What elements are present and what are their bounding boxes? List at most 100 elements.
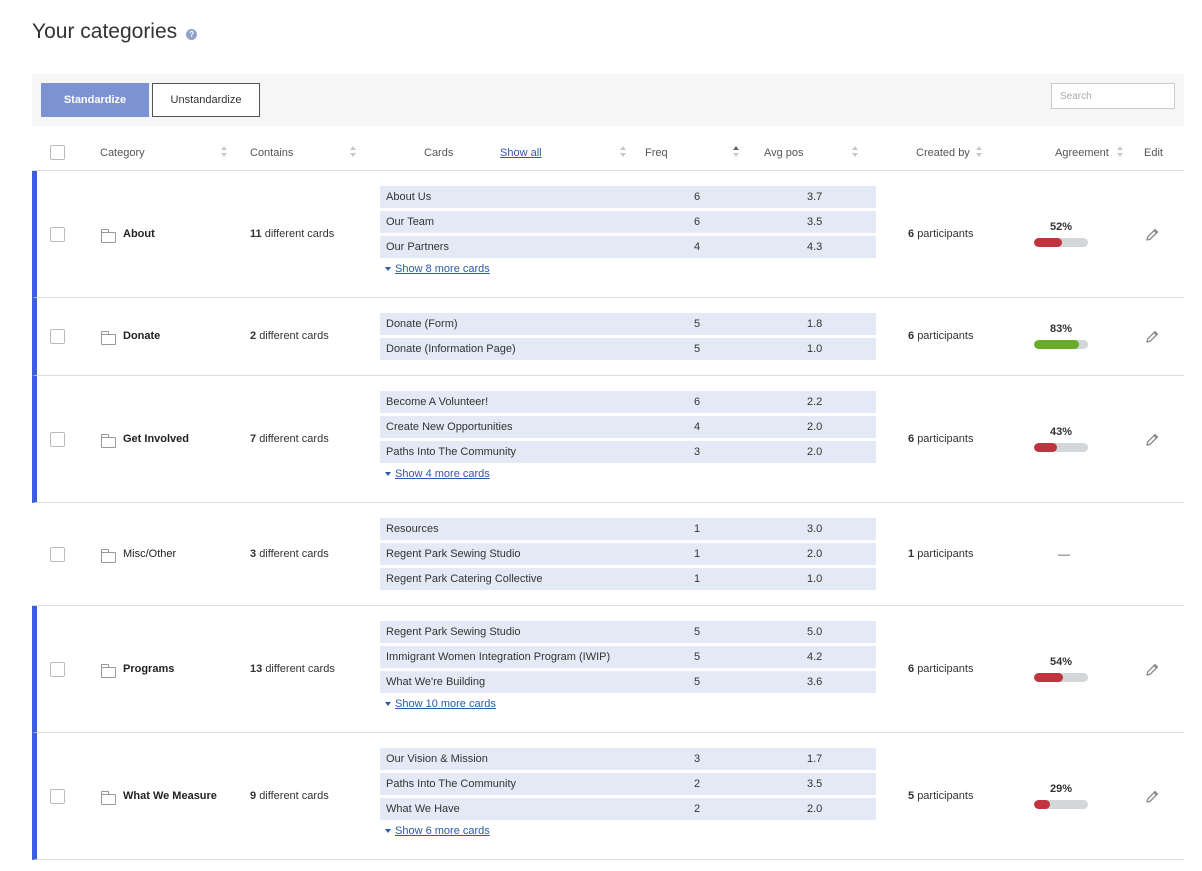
participants-suffix: participants (917, 330, 974, 342)
show-all-link[interactable]: Show all (500, 147, 542, 159)
category-name[interactable]: Programs (123, 663, 174, 675)
row-checkbox[interactable] (50, 329, 65, 344)
card-freq: 6 (694, 191, 701, 203)
row-checkbox[interactable] (50, 789, 65, 804)
contains-count: 7 different cards (250, 433, 329, 445)
card-name: What We're Building (386, 676, 486, 688)
category-row: Programs 13 different cards Regent Park Se… (32, 606, 1184, 733)
card-line: Become A Volunteer! 6 2.2 (380, 391, 876, 413)
agreement-bar (1034, 673, 1088, 682)
card-avg-pos: 3.0 (807, 523, 823, 535)
header-freq[interactable]: Freq (645, 147, 668, 159)
standardize-button[interactable]: Standardize (41, 83, 149, 117)
pencil-icon[interactable] (1144, 432, 1160, 448)
card-line: Regent Park Sewing Studio 5 5.0 (380, 621, 876, 643)
sort-category-icon[interactable] (221, 146, 227, 160)
sort-contains-icon[interactable] (350, 146, 356, 160)
card-line: Donate (Information Page) 5 1.0 (380, 338, 876, 360)
card-line: Regent Park Catering Collective 1 1.0 (380, 568, 876, 590)
card-avg-pos: 4.2 (807, 651, 823, 663)
page-title-text: Your categories (32, 20, 178, 43)
show-more-cards[interactable]: Show 6 more cards (380, 823, 876, 841)
participants-suffix: participants (917, 228, 974, 240)
card-avg-pos: 2.0 (807, 803, 823, 815)
header-contains[interactable]: Contains (250, 147, 293, 159)
pencil-icon[interactable] (1144, 227, 1160, 243)
caret-down-icon (385, 829, 391, 833)
agreement-percent: 29% (1049, 783, 1073, 795)
cards-list: About Us 6 3.7 Our Team 6 3.5 Our Partners 4 4.3… (380, 186, 876, 279)
header-agreement[interactable]: Agreement (1055, 147, 1109, 159)
card-freq: 5 (694, 626, 701, 638)
caret-down-icon (385, 472, 391, 476)
pencil-icon[interactable] (1144, 329, 1160, 345)
contains-count: 2 different cards (250, 330, 329, 342)
card-line: About Us 6 3.7 (380, 186, 876, 208)
search-input[interactable] (1051, 83, 1175, 109)
card-line: Our Team 6 3.5 (380, 211, 876, 233)
show-more-cards[interactable]: Show 8 more cards (380, 261, 876, 279)
card-avg-pos: 1.7 (807, 753, 823, 765)
created-by: 6 participants (908, 433, 973, 445)
category-name[interactable]: Misc/Other (123, 548, 176, 560)
header-created-by[interactable]: Created by (916, 147, 970, 159)
row-checkbox[interactable] (50, 432, 65, 447)
show-more-cards[interactable]: Show 4 more cards (380, 466, 876, 484)
card-line: Our Partners 4 4.3 (380, 236, 876, 258)
caret-down-icon (385, 267, 391, 271)
sort-agreement-icon[interactable] (1117, 146, 1123, 160)
contains-number: 11 (250, 228, 262, 240)
agreement-bar-fill (1034, 673, 1064, 682)
card-freq: 1 (694, 523, 701, 535)
show-more-cards-link[interactable]: Show 8 more cards (395, 263, 490, 275)
show-more-cards-link[interactable]: Show 6 more cards (395, 825, 490, 837)
show-more-cards[interactable]: Show 10 more cards (380, 696, 876, 714)
card-freq: 6 (694, 396, 701, 408)
agreement-bar-fill (1034, 800, 1050, 809)
sort-avg-pos-icon[interactable] (852, 146, 858, 160)
row-checkbox[interactable] (50, 662, 65, 677)
unstandardize-button[interactable]: Unstandardize (152, 83, 260, 117)
row-checkbox[interactable] (50, 227, 65, 242)
pencil-icon[interactable] (1144, 662, 1160, 678)
header-avg-pos[interactable]: Avg pos (764, 147, 804, 159)
show-more-cards-link[interactable]: Show 10 more cards (395, 698, 496, 710)
card-name: About Us (386, 191, 432, 203)
category-row: Donate 2 different cards Donate (Form) 5 1.8… (32, 298, 1184, 376)
row-checkbox[interactable] (50, 547, 65, 562)
card-avg-pos: 3.5 (807, 216, 823, 228)
sort-freq-icon[interactable] (733, 146, 739, 160)
cards-list: Our Vision & Mission 3 1.7 Paths Into The C… (380, 748, 876, 841)
show-more-cards-link[interactable]: Show 4 more cards (395, 468, 490, 480)
header-category[interactable]: Category (100, 147, 145, 159)
category-name[interactable]: Get Involved (123, 433, 189, 445)
contains-number: 3 (250, 548, 257, 560)
category-row: About 11 different cards About Us 6 3.7 Our T… (32, 171, 1184, 298)
participants-count: 6 (908, 330, 915, 342)
card-avg-pos: 2.2 (807, 396, 823, 408)
created-by: 6 participants (908, 663, 973, 675)
sort-cards-icon[interactable] (620, 146, 626, 160)
agreement-percent: 43% (1049, 426, 1073, 438)
agreement-meter: 54% (1034, 656, 1088, 682)
created-by: 1 participants (908, 548, 973, 560)
category-name[interactable]: Donate (123, 330, 160, 342)
agreement-percent: 54% (1049, 656, 1073, 668)
select-all-checkbox[interactable] (50, 145, 65, 160)
sort-created-by-icon[interactable] (976, 146, 982, 160)
folder-icon (101, 434, 116, 448)
pencil-icon[interactable] (1144, 789, 1160, 805)
card-avg-pos: 3.6 (807, 676, 823, 688)
card-line: Our Vision & Mission 3 1.7 (380, 748, 876, 770)
category-name[interactable]: What We Measure (123, 790, 217, 802)
category-row: What We Measure 9 different cards Our Visi… (32, 733, 1184, 860)
cards-list: Resources 1 3.0 Regent Park Sewing Studio 1 2… (380, 518, 876, 593)
card-freq: 5 (694, 343, 701, 355)
agreement-percent: 83% (1049, 323, 1073, 335)
card-name: Resources (386, 523, 439, 535)
folder-icon (101, 549, 116, 563)
category-name[interactable]: About (123, 228, 155, 240)
agreement-bar-fill (1034, 340, 1079, 349)
card-freq: 5 (694, 651, 701, 663)
question-circle-icon[interactable]: ? (186, 29, 198, 40)
